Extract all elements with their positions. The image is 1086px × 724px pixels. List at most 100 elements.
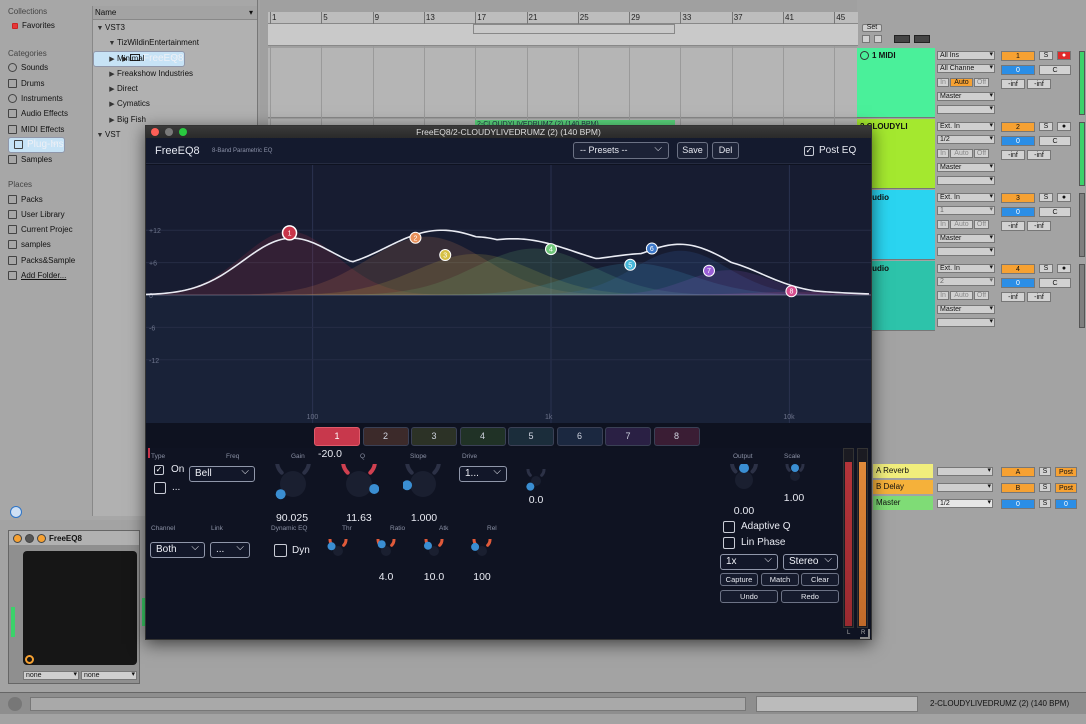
redo-button[interactable]: Redo (781, 590, 839, 603)
output-select[interactable]: Master (937, 305, 995, 314)
return-track-header[interactable]: B Delay (873, 480, 933, 494)
rel-knob[interactable] (470, 539, 494, 563)
presets-dropdown[interactable]: -- Presets -- ⌵ (573, 142, 669, 159)
track-activator[interactable]: 3 (1001, 193, 1035, 203)
plugin-titlebar[interactable]: FreeEQ8/2-CLOUDYLIVEDRUMZ (2) (140 BPM) (146, 126, 871, 138)
output-sub-select[interactable] (937, 105, 995, 114)
tree-item[interactable]: ▶ Direct (93, 81, 257, 96)
eq-graph[interactable]: 100 1k 10k +12 +6 0 -6 -12 1 2 3 4 5 6 7 8 (145, 165, 871, 423)
band-tab-6[interactable]: 6 (556, 427, 603, 446)
match-button[interactable]: Match (761, 573, 799, 586)
nav-right-icon[interactable] (874, 35, 882, 43)
channel-select[interactable]: Both (150, 541, 205, 558)
device-edit-icon[interactable] (37, 533, 46, 543)
monitor-in-button[interactable]: In (937, 78, 949, 87)
tree-item[interactable]: ▶ Minimal (93, 51, 257, 66)
category-midi-effects[interactable]: MIDI Effects (8, 121, 91, 136)
gain-knob[interactable] (273, 464, 313, 504)
save-button[interactable]: Save (677, 142, 708, 159)
track-fold-icon[interactable] (860, 51, 869, 61)
return-solo-button[interactable]: S (1039, 483, 1051, 492)
device-select-2[interactable]: none (81, 671, 137, 680)
category-samples[interactable]: Samples (8, 152, 91, 167)
return-post-button[interactable]: Post (1055, 483, 1077, 493)
loop-brace[interactable] (473, 24, 675, 34)
place-item[interactable]: samples (8, 237, 91, 252)
device-select-1[interactable]: none (23, 671, 79, 680)
arm-button[interactable]: ● (1057, 51, 1071, 60)
q-knob[interactable] (339, 464, 379, 504)
band-tab-8[interactable]: 8 (653, 427, 700, 446)
drive-knob[interactable] (524, 469, 548, 493)
tree-item[interactable]: ▶ Cymatics (93, 96, 257, 111)
band-tab-7[interactable]: 7 (605, 427, 651, 446)
return-track-header[interactable]: A Reverb (873, 464, 933, 478)
track-header[interactable]: 1 MIDI (857, 48, 935, 118)
delete-button[interactable]: Del (712, 142, 739, 159)
lin-phase-checkbox[interactable] (723, 537, 735, 549)
device-fold-icon[interactable] (25, 533, 34, 543)
return-activator[interactable]: A (1001, 467, 1035, 477)
master-output-select[interactable]: 1/2 (937, 499, 993, 508)
expand-arrow-icon[interactable]: ▼ (95, 128, 105, 143)
track-activator[interactable]: 1 (1001, 51, 1035, 61)
track-activator[interactable]: 4 (1001, 264, 1035, 274)
monitor-auto-button[interactable]: Auto (950, 220, 973, 229)
input-type-select[interactable]: Ext. In (937, 122, 995, 131)
band-tab-3[interactable]: 3 (411, 427, 457, 446)
solo-button[interactable]: S (1039, 193, 1053, 202)
volume-field[interactable]: 0 (1001, 65, 1035, 75)
collection-favorites[interactable]: Favorites (12, 18, 91, 33)
filter-shape-select[interactable]: Bell (189, 465, 255, 482)
input-type-select[interactable]: Ext. In (937, 193, 995, 202)
post-eq-checkbox[interactable]: ✓ (804, 146, 814, 156)
stereo-mode-select[interactable]: Stereo (783, 553, 838, 570)
volume-field[interactable]: 0 (1001, 136, 1035, 146)
arm-button[interactable]: ● (1057, 193, 1071, 202)
nav-left-icon[interactable] (862, 35, 870, 43)
solo-button[interactable]: S (1039, 51, 1053, 60)
place-item[interactable]: Packs (8, 191, 91, 206)
oversample-select[interactable]: 1x (720, 553, 778, 570)
place-item[interactable]: User Library (8, 207, 91, 222)
category-audio-effects[interactable]: Audio Effects (8, 106, 91, 121)
set-button[interactable]: Set (862, 24, 882, 32)
volume-field[interactable]: 0 (1001, 207, 1035, 217)
xy-pad-handle-icon[interactable] (25, 655, 34, 664)
category-instruments[interactable]: Instruments (8, 91, 91, 106)
link-select[interactable]: ... (210, 541, 250, 558)
volume-field[interactable]: 0 (1001, 278, 1035, 288)
band-on-checkbox[interactable]: ✓ (154, 465, 164, 475)
return-activator[interactable]: B (1001, 483, 1035, 493)
place-item[interactable]: Packs&Sample (8, 253, 91, 268)
solo-button[interactable]: S (1039, 122, 1053, 131)
expand-arrow-icon[interactable]: ▶ (107, 67, 117, 82)
monitor-auto-button[interactable]: Auto (950, 149, 973, 158)
output-knob[interactable] (728, 464, 760, 496)
expand-icon[interactable] (894, 35, 910, 43)
name-column-header[interactable]: Name ▾ (93, 6, 257, 20)
category-sounds[interactable]: Sounds (8, 60, 91, 75)
expand-arrow-icon[interactable]: ▶ (107, 113, 117, 128)
monitor-off-button[interactable]: Off (974, 220, 989, 229)
band-tab-2[interactable]: 2 (362, 427, 409, 446)
loop-bar[interactable] (268, 24, 858, 46)
minimize-icon[interactable] (165, 128, 173, 136)
expand-arrow-icon[interactable]: ▶ (107, 52, 117, 67)
expand-arrow-icon[interactable]: ▶ (107, 97, 117, 112)
monitor-auto-button[interactable]: Auto (950, 291, 973, 300)
monitor-off-button[interactable]: Off (974, 78, 989, 87)
solo-button[interactable]: S (1039, 264, 1053, 273)
bar-ruler[interactable]: 1 5 9 13 17 21 25 29 33 37 41 45 (268, 12, 858, 24)
status-play-icon[interactable] (8, 697, 22, 711)
input-type-select[interactable]: Ext. In (937, 264, 995, 273)
output-sub-select[interactable] (937, 247, 995, 256)
browser-refresh-icon[interactable] (10, 506, 22, 518)
zoom-icon[interactable] (179, 128, 187, 136)
ratio-knob[interactable] (374, 539, 398, 563)
thr-knob[interactable] (326, 539, 350, 563)
input-channel-select[interactable]: 1 (937, 206, 995, 215)
place-item[interactable]: Add Folder... (8, 268, 91, 283)
return-post-button[interactable]: Post (1055, 467, 1077, 477)
output-select[interactable]: Master (937, 234, 995, 243)
